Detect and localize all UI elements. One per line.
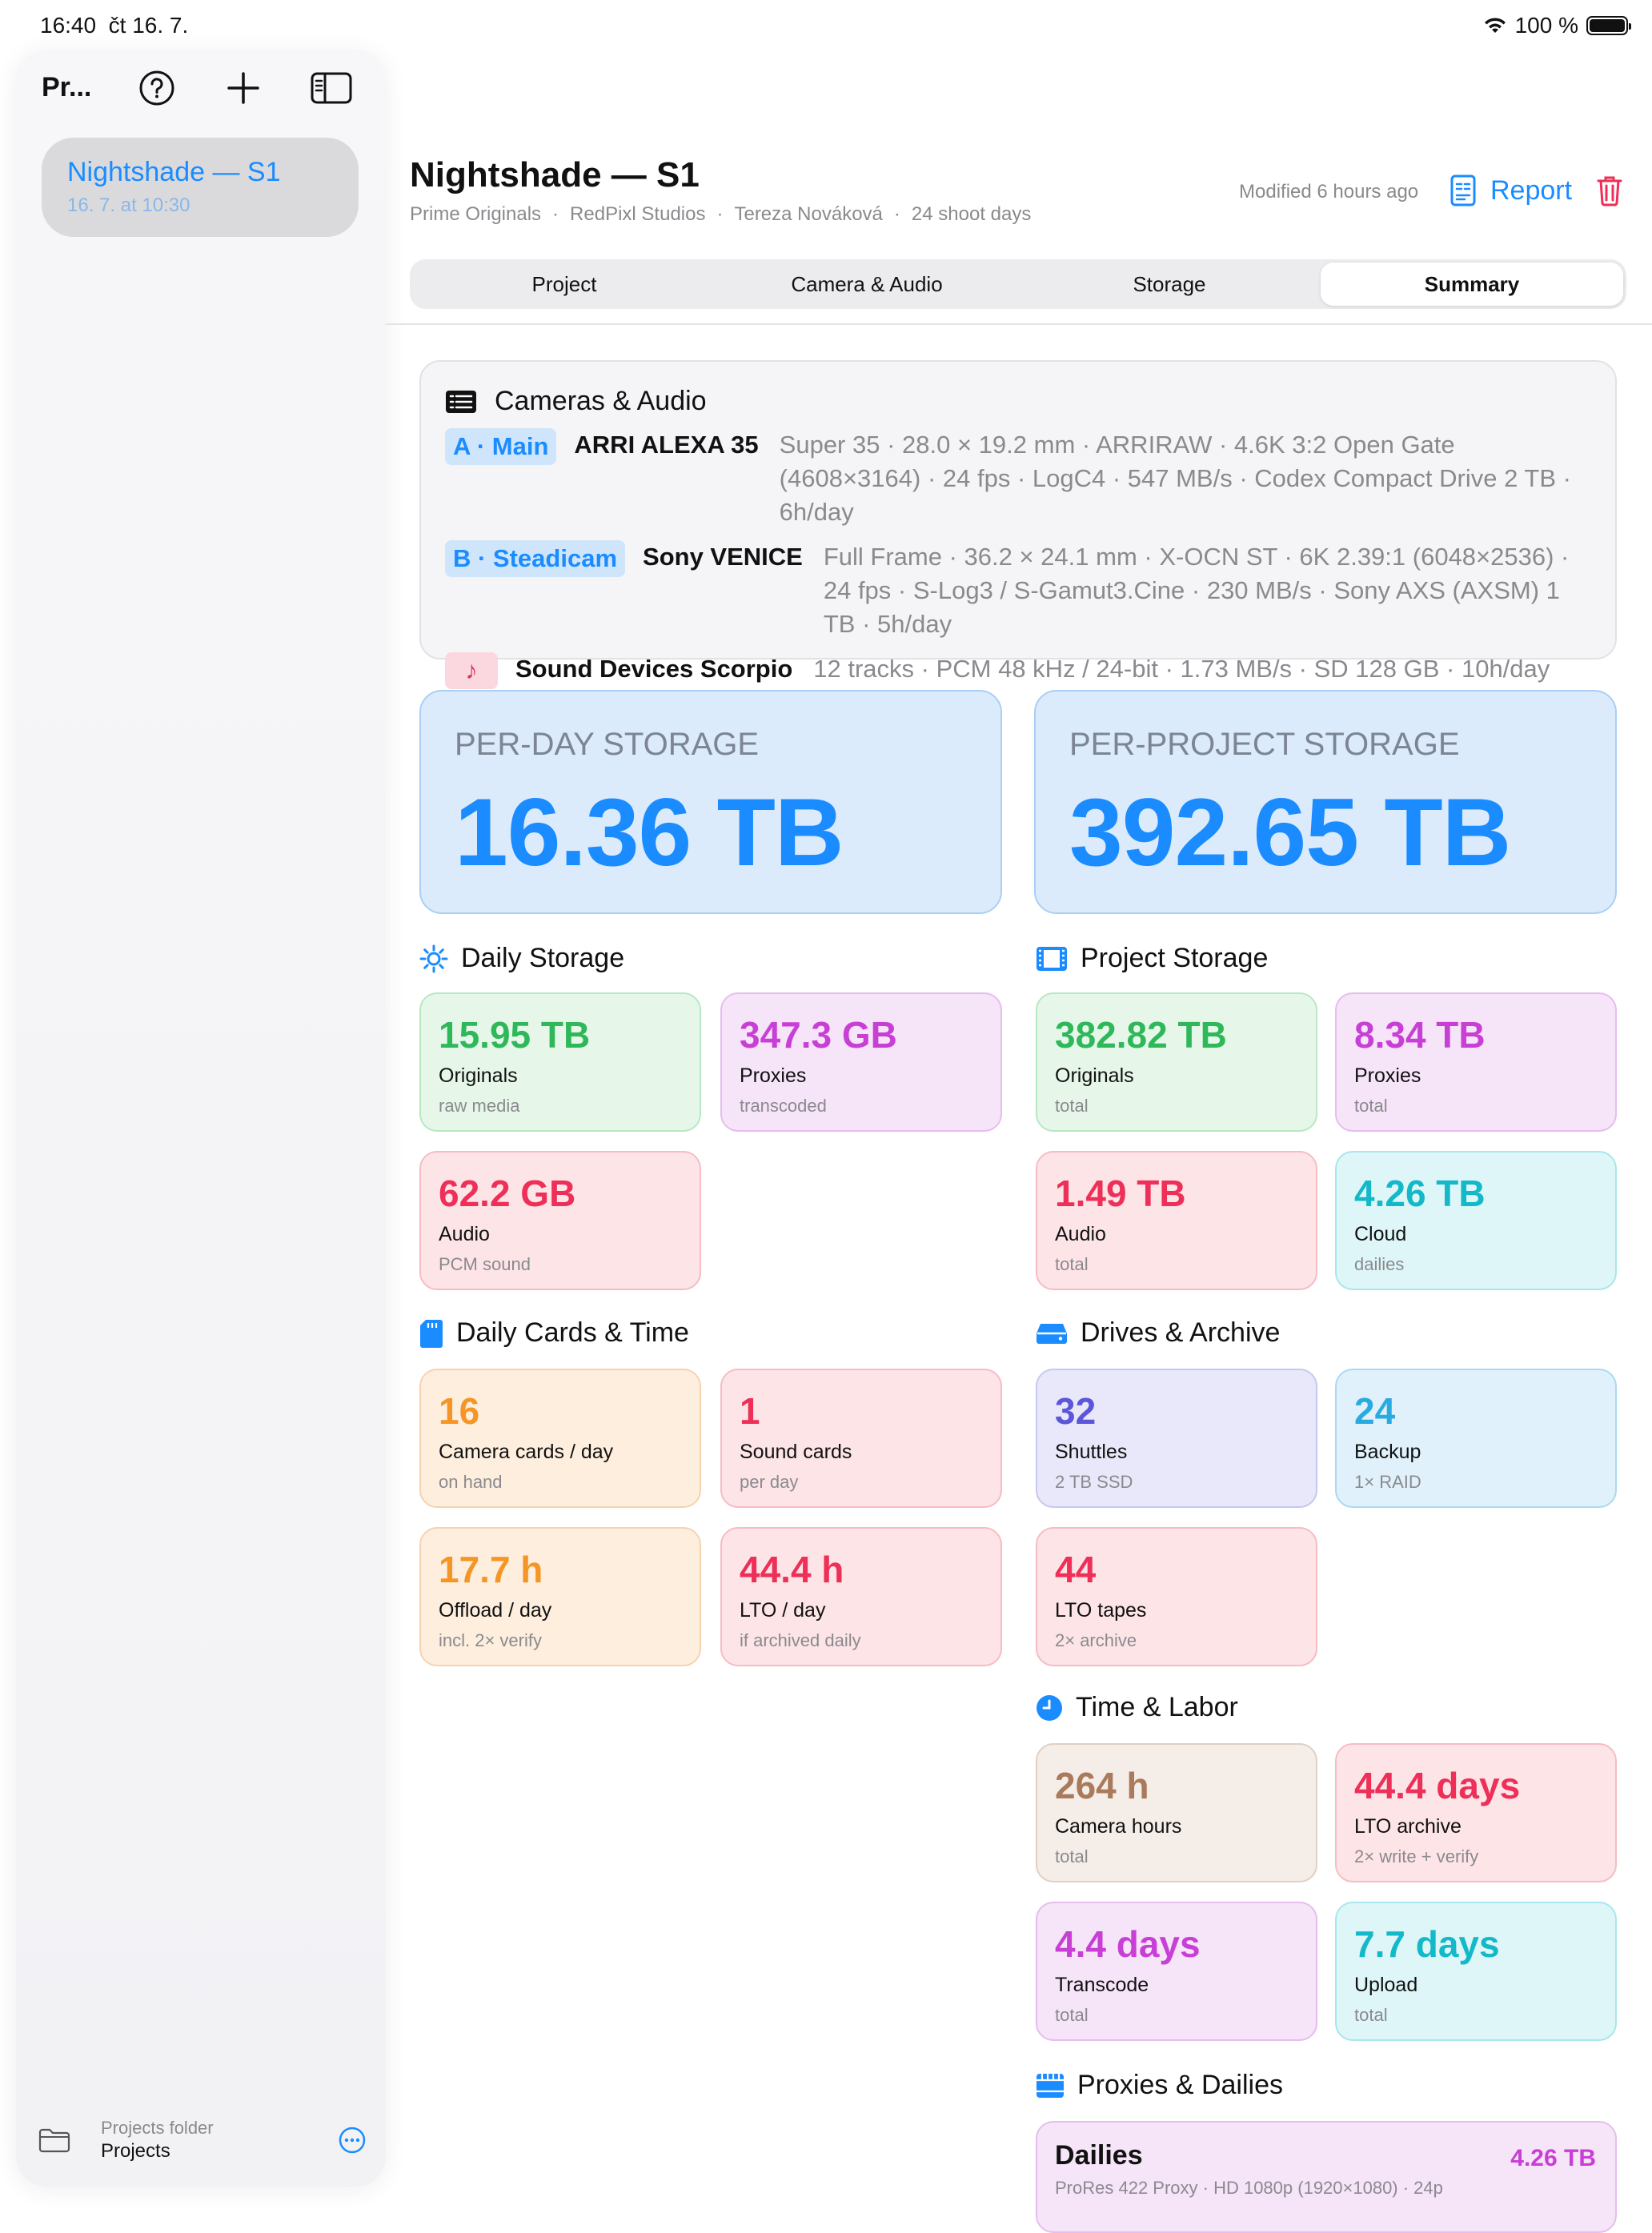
sidebar-title: Pr... <box>42 72 92 102</box>
lto-tapes-card: 44 LTO tapes 2× archive <box>1036 1527 1317 1666</box>
dailies-card: Dailies 4.26 TB ProRes 422 Proxy · HD 10… <box>1036 2121 1617 2233</box>
help-icon[interactable] <box>136 67 178 109</box>
per-day-storage-card: PER-DAY STORAGE 16.36 TB <box>419 690 1002 914</box>
report-label: Report <box>1490 174 1573 206</box>
report-icon <box>1450 174 1476 206</box>
camera-a-name: ARRI ALEXA 35 <box>574 431 759 459</box>
camera-hours-card: 264 h Camera hours total <box>1036 1743 1317 1882</box>
page-title: Nightshade — S1 <box>410 155 700 194</box>
projects-folder[interactable]: Projects folder Projects <box>38 2118 367 2166</box>
main-content: Nightshade — S1 Prime Originals · RedPixl… <box>386 0 1652 2233</box>
offload-card: 17.7 h Offload / day incl. 2× verify <box>419 1527 701 1666</box>
per-day-value: 16.36 TB <box>455 779 844 886</box>
cameras-title: Cameras & Audio <box>495 386 707 416</box>
sidebar-toggle-icon[interactable] <box>311 67 352 109</box>
lto-archive-card: 44.4 days LTO archive 2× write + verify <box>1335 1743 1617 1882</box>
project-originals-card: 382.82 TB Originals total <box>1036 992 1317 1132</box>
tab-bar: Project Camera & Audio Storage Summary <box>410 259 1626 309</box>
daily-proxies-card: 347.3 GB Proxies transcoded <box>720 992 1002 1132</box>
camera-a-spec: Super 35 · 28.0 × 19.2 mm · ARRIRAW · 4.… <box>779 431 1571 526</box>
folder-value: Projects <box>101 2140 170 2162</box>
time-labor-heading: Time & Labor <box>1036 1692 1238 1723</box>
tab-storage[interactable]: Storage <box>1018 263 1321 306</box>
daily-cards-heading: Daily Cards & Time <box>419 1317 689 1349</box>
sidebar-item-nightshade[interactable]: Nightshade — S1 16. 7. at 10:30 <box>42 138 359 237</box>
tab-camera-audio[interactable]: Camera & Audio <box>716 263 1018 306</box>
sun-icon <box>419 944 448 972</box>
upload-card: 7.7 days Upload total <box>1335 1902 1617 2041</box>
daily-audio-card: 62.2 GB Audio PCM sound <box>419 1151 701 1290</box>
list-icon <box>446 390 476 413</box>
camera-b-pill: B · Steadicam <box>445 540 626 577</box>
film-icon <box>1037 946 1067 971</box>
lto-day-card: 44.4 h LTO / day if archived daily <box>720 1527 1002 1666</box>
drives-heading: Drives & Archive <box>1036 1317 1280 1349</box>
camera-b-name: Sony VENICE <box>643 543 803 571</box>
camera-b-row: B · Steadicam Sony VENICE Full Frame · 3… <box>445 540 1591 641</box>
music-note-icon: ♪ <box>445 652 498 689</box>
sidebar: Pr... Nightshade — S1 16. 7. at 10:30 Pr… <box>16 50 386 2187</box>
camera-b-spec: Full Frame · 36.2 × 24.1 mm · X-OCN ST ·… <box>823 543 1570 638</box>
project-storage-heading: Project Storage <box>1036 943 1268 974</box>
tab-project[interactable]: Project <box>413 263 716 306</box>
trash-icon[interactable] <box>1596 174 1623 210</box>
camera-a-pill: A · Main <box>445 428 557 465</box>
shuttles-card: 32 Shuttles 2 TB SSD <box>1036 1369 1317 1508</box>
cameras-audio-panel: Cameras & Audio A · Main ARRI ALEXA 35 S… <box>419 360 1617 689</box>
proxies-heading: Proxies & Dailies <box>1036 2070 1283 2101</box>
camera-a-row: A · Main ARRI ALEXA 35 Super 35 · 28.0 ×… <box>445 428 1591 529</box>
backup-card: 24 Backup 1× RAID <box>1335 1369 1617 1508</box>
add-icon[interactable] <box>223 67 264 109</box>
dailies-value: 4.26 TB <box>1510 2145 1596 2171</box>
dailies-spec: ProRes 422 Proxy · HD 1080p (1920×1080) … <box>1055 2178 1443 2198</box>
tab-summary[interactable]: Summary <box>1321 263 1623 306</box>
project-proxies-card: 8.34 TB Proxies total <box>1335 992 1617 1132</box>
sd-card-icon <box>420 1319 443 1348</box>
camera-cards-card: 16 Camera cards / day on hand <box>419 1369 701 1508</box>
per-day-label: PER-DAY STORAGE <box>455 727 760 762</box>
sound-spec: 12 tracks · PCM 48 kHz / 24-bit · 1.73 M… <box>813 655 1550 683</box>
subtitle-studio: RedPixl Studios <box>570 203 706 225</box>
per-project-label: PER-PROJECT STORAGE <box>1069 727 1460 762</box>
transcode-card: 4.4 days Transcode total <box>1036 1902 1317 2041</box>
daily-storage-heading: Daily Storage <box>419 943 624 974</box>
sidebar-item-name: Nightshade — S1 <box>67 157 281 187</box>
project-cloud-card: 4.26 TB Cloud dailies <box>1335 1151 1617 1290</box>
per-project-storage-card: PER-PROJECT STORAGE 392.65 TB <box>1034 690 1617 914</box>
sound-row: ♪ Sound Devices Scorpio 12 tracks · PCM … <box>445 652 1591 689</box>
subtitle-days: 24 shoot days <box>911 203 1032 225</box>
cameras-header: Cameras & Audio <box>445 386 1591 417</box>
sound-cards-card: 1 Sound cards per day <box>720 1369 1002 1508</box>
modified-label: Modified 6 hours ago <box>1239 181 1419 202</box>
subtitle-person: Tereza Nováková <box>734 203 883 225</box>
daily-originals-card: 15.95 TB Originals raw media <box>419 992 701 1132</box>
film-icon <box>1037 2073 1064 2098</box>
divider <box>386 323 1652 325</box>
more-icon[interactable] <box>338 2126 367 2155</box>
drive-icon <box>1037 1323 1067 1344</box>
subtitle-network: Prime Originals <box>410 203 542 225</box>
clock-icon <box>1037 1694 1062 1721</box>
folder-label: Projects folder <box>101 2118 214 2138</box>
folder-icon <box>38 2128 70 2153</box>
status-time: 16:40 čt 16. 7. <box>40 13 189 38</box>
sidebar-item-date: 16. 7. at 10:30 <box>67 194 190 216</box>
project-audio-card: 1.49 TB Audio total <box>1036 1151 1317 1290</box>
report-button[interactable]: Report <box>1450 174 1572 206</box>
page-subtitle: Prime Originals · RedPixl Studios · Tereza… <box>410 203 1032 225</box>
sound-name: Sound Devices Scorpio <box>515 655 793 683</box>
per-project-value: 392.65 TB <box>1069 779 1511 886</box>
